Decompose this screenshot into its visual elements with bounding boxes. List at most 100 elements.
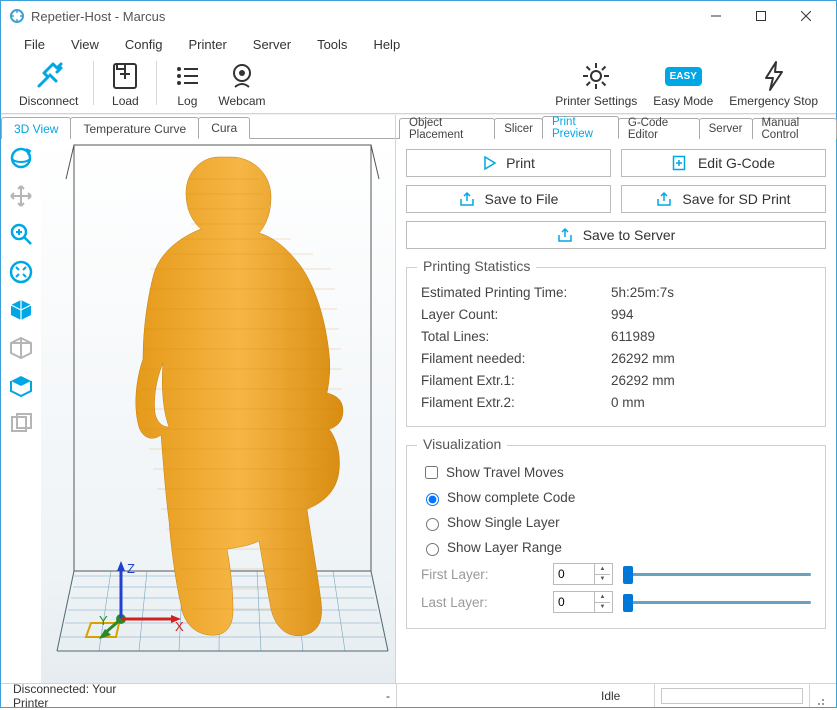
tab-object-placement[interactable]: Object Placement [399,118,495,139]
last-layer-slider[interactable] [623,592,811,612]
menu-tools[interactable]: Tools [304,33,360,56]
show-single-layer-radio[interactable] [426,518,439,531]
tab-3d-view[interactable]: 3D View [1,117,71,139]
export-icon [459,191,475,207]
stat-row: Filament Extr.1:26292 mm [421,370,811,392]
stat-row: Estimated Printing Time:5h:25m:7s [421,282,811,304]
menu-printer[interactable]: Printer [175,33,239,56]
menu-help[interactable]: Help [360,33,413,56]
edit-gcode-label: Edit G-Code [698,155,775,171]
disconnect-button[interactable]: Disconnect [11,57,86,108]
tab-server[interactable]: Server [699,118,753,139]
webcam-label: Webcam [218,94,265,108]
printing-statistics-title: Printing Statistics [417,258,536,274]
right-tabs: Object Placement Slicer Print Preview G-… [396,115,836,139]
status-connection: Disconnected: Your Printer [7,684,137,707]
menu-file[interactable]: File [11,33,58,56]
tab-print-preview[interactable]: Print Preview [542,116,619,139]
front-view-icon[interactable] [7,334,35,362]
plug-icon [32,58,66,94]
easy-badge-icon: EASY [665,58,702,94]
load-button[interactable]: Load [101,57,149,108]
first-layer-slider[interactable] [623,564,811,584]
spinner-up-icon[interactable]: ▲ [595,592,610,603]
tab-temperature-curve[interactable]: Temperature Curve [70,117,199,139]
maximize-button[interactable] [738,1,783,31]
show-single-layer-label: Show Single Layer [447,515,560,530]
axis-gizmo: Z X Y [99,551,189,641]
3d-viewport[interactable]: Z X Y [41,139,395,683]
spinner-down-icon[interactable]: ▼ [595,575,610,585]
easy-mode-button[interactable]: EASY Easy Mode [645,57,721,108]
status-progress [655,684,810,707]
export-icon [656,191,672,207]
app-icon [9,8,25,24]
close-button[interactable] [783,1,828,31]
export-icon [557,227,573,243]
show-travel-moves-checkbox[interactable] [425,466,438,479]
last-layer-spinner[interactable]: ▲▼ [553,591,613,613]
save-to-file-button[interactable]: Save to File [406,185,611,213]
tab-slicer[interactable]: Slicer [494,118,543,139]
load-label: Load [112,94,139,108]
show-complete-code-radio[interactable] [426,493,439,506]
disconnect-label: Disconnect [19,94,78,108]
model-figure [41,139,395,674]
first-layer-label: First Layer: [421,567,553,582]
edit-gcode-button[interactable]: Edit G-Code [621,149,826,177]
spinner-down-icon[interactable]: ▼ [595,603,610,613]
svg-text:X: X [175,619,184,634]
toolbar-separator [156,61,157,105]
show-layer-range-radio[interactable] [426,543,439,556]
log-label: Log [177,94,197,108]
edit-icon [672,155,688,171]
webcam-button[interactable]: Webcam [210,57,273,108]
first-layer-input[interactable] [554,567,594,581]
easy-mode-label: Easy Mode [653,94,713,108]
printer-settings-label: Printer Settings [555,94,637,108]
menu-bar: File View Config Printer Server Tools He… [1,31,836,57]
tab-gcode-editor[interactable]: G-Code Editor [618,118,700,139]
canvas-area: Z X Y [1,139,395,683]
bolt-icon [760,58,788,94]
status-bar: Disconnected: Your Printer - Idle [1,683,836,707]
spinner-up-icon[interactable]: ▲ [595,564,610,575]
show-layer-range-label: Show Layer Range [447,540,562,555]
stat-row: Filament Extr.2:0 mm [421,392,811,414]
top-view-icon[interactable] [7,372,35,400]
status-dash: - [137,684,397,707]
parallel-view-icon[interactable] [7,410,35,438]
stat-row: Total Lines:611989 [421,326,811,348]
last-layer-input[interactable] [554,595,594,609]
stat-row: Filament needed:26292 mm [421,348,811,370]
zoom-tool-icon[interactable] [7,220,35,248]
menu-config[interactable]: Config [112,33,176,56]
status-idle: Idle [595,684,655,707]
play-icon [482,156,496,170]
left-panel: 3D View Temperature Curve Cura [1,115,396,683]
print-button[interactable]: Print [406,149,611,177]
printer-settings-button[interactable]: Printer Settings [547,57,645,108]
resize-grip-icon[interactable] [810,684,830,707]
save-for-sd-button[interactable]: Save for SD Print [621,185,826,213]
load-icon [109,58,141,94]
iso-view-icon[interactable] [7,296,35,324]
tab-cura[interactable]: Cura [198,117,250,139]
gear-icon [580,58,612,94]
show-travel-moves-label: Show Travel Moves [446,465,564,480]
fit-tool-icon[interactable] [7,258,35,286]
minimize-button[interactable] [693,1,738,31]
pan-tool-icon[interactable] [7,182,35,210]
emergency-stop-button[interactable]: Emergency Stop [721,57,826,108]
tab-manual-control[interactable]: Manual Control [752,118,837,139]
visualization-title: Visualization [417,436,507,452]
menu-view[interactable]: View [58,33,112,56]
save-to-server-button[interactable]: Save to Server [406,221,826,249]
right-body: Print Edit G-Code Save to File Save for … [396,139,836,683]
svg-text:Y: Y [99,613,108,628]
first-layer-spinner[interactable]: ▲▼ [553,563,613,585]
orbit-tool-icon[interactable] [7,144,35,172]
left-tabs: 3D View Temperature Curve Cura [1,115,395,139]
menu-server[interactable]: Server [240,33,304,56]
log-button[interactable]: Log [164,57,210,108]
